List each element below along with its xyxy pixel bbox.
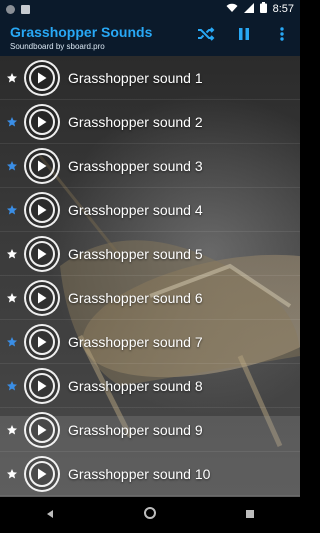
home-button[interactable] (140, 505, 160, 525)
play-button[interactable] (24, 235, 60, 272)
favorite-star-icon[interactable] (4, 246, 20, 262)
status-left (6, 4, 30, 14)
play-icon (29, 108, 55, 135)
more-options-button[interactable] (272, 26, 292, 46)
favorite-star-icon[interactable] (4, 202, 20, 218)
sound-list-area: Grasshopper sound 1 Grasshopper sound 2 Gr… (0, 56, 300, 497)
play-icon (29, 460, 55, 487)
pause-icon (238, 27, 250, 46)
sound-row[interactable]: Grasshopper sound 8 (0, 364, 300, 408)
sound-row[interactable]: Grasshopper sound 1 (0, 56, 300, 100)
favorite-star-icon[interactable] (4, 158, 20, 174)
clock: 8:57 (272, 3, 294, 15)
status-right: 8:57 (226, 2, 294, 16)
play-icon (29, 372, 55, 399)
favorite-star-icon[interactable] (4, 378, 20, 394)
sound-label: Grasshopper sound 2 (68, 113, 203, 130)
sound-label: Grasshopper sound 1 (68, 69, 203, 86)
sound-label: Grasshopper sound 6 (68, 289, 203, 306)
play-icon (29, 64, 55, 91)
sound-label: Grasshopper sound 10 (68, 465, 211, 482)
app-actions (196, 26, 292, 46)
shuffle-button[interactable] (196, 26, 216, 46)
play-button[interactable] (24, 411, 60, 448)
sound-label: Grasshopper sound 9 (68, 421, 203, 438)
shuffle-icon (197, 26, 215, 46)
favorite-star-icon[interactable] (4, 290, 20, 306)
back-icon (45, 506, 55, 524)
sound-list: Grasshopper sound 1 Grasshopper sound 2 Gr… (0, 56, 300, 496)
sound-row[interactable]: Grasshopper sound 5 (0, 232, 300, 276)
play-icon (29, 416, 55, 443)
sound-label: Grasshopper sound 4 (68, 201, 203, 218)
play-icon (29, 152, 55, 179)
sound-label: Grasshopper sound 3 (68, 157, 203, 174)
play-button[interactable] (24, 323, 60, 360)
play-icon (29, 240, 55, 267)
home-icon (143, 506, 157, 525)
play-icon (29, 196, 55, 223)
app-bar: Grasshopper Sounds Soundboard by sboard.… (0, 18, 300, 56)
play-button[interactable] (24, 279, 60, 316)
recents-icon (245, 506, 255, 524)
sound-row[interactable]: Grasshopper sound 2 (0, 100, 300, 144)
play-button[interactable] (24, 455, 60, 492)
sound-row[interactable]: Grasshopper sound 3 (0, 144, 300, 188)
play-button[interactable] (24, 367, 60, 404)
favorite-star-icon[interactable] (4, 422, 20, 438)
favorite-star-icon[interactable] (4, 114, 20, 130)
play-button[interactable] (24, 59, 60, 96)
favorite-star-icon[interactable] (4, 466, 20, 482)
recents-button[interactable] (240, 505, 260, 525)
play-button[interactable] (24, 191, 60, 228)
sound-row[interactable]: Grasshopper sound 9 (0, 408, 300, 452)
play-icon (29, 328, 55, 355)
navigation-bar (0, 497, 300, 533)
back-button[interactable] (40, 505, 60, 525)
sd-card-icon (21, 4, 30, 14)
favorite-star-icon[interactable] (4, 70, 20, 86)
status-bar: 8:57 (0, 0, 300, 18)
notification-icon (6, 4, 15, 14)
play-icon (29, 284, 55, 311)
favorite-star-icon[interactable] (4, 334, 20, 350)
more-vert-icon (280, 26, 284, 46)
sound-row[interactable]: Grasshopper sound 4 (0, 188, 300, 232)
signal-icon (243, 2, 254, 16)
play-button[interactable] (24, 103, 60, 140)
sound-label: Grasshopper sound 8 (68, 377, 203, 394)
play-button[interactable] (24, 147, 60, 184)
sound-label: Grasshopper sound 7 (68, 333, 203, 350)
sound-label: Grasshopper sound 5 (68, 245, 203, 262)
sound-row[interactable]: Grasshopper sound 10 (0, 452, 300, 496)
pause-button[interactable] (234, 26, 254, 46)
sound-row[interactable]: Grasshopper sound 6 (0, 276, 300, 320)
sound-row[interactable]: Grasshopper sound 7 (0, 320, 300, 364)
wifi-icon (226, 3, 238, 16)
battery-icon (259, 2, 267, 16)
